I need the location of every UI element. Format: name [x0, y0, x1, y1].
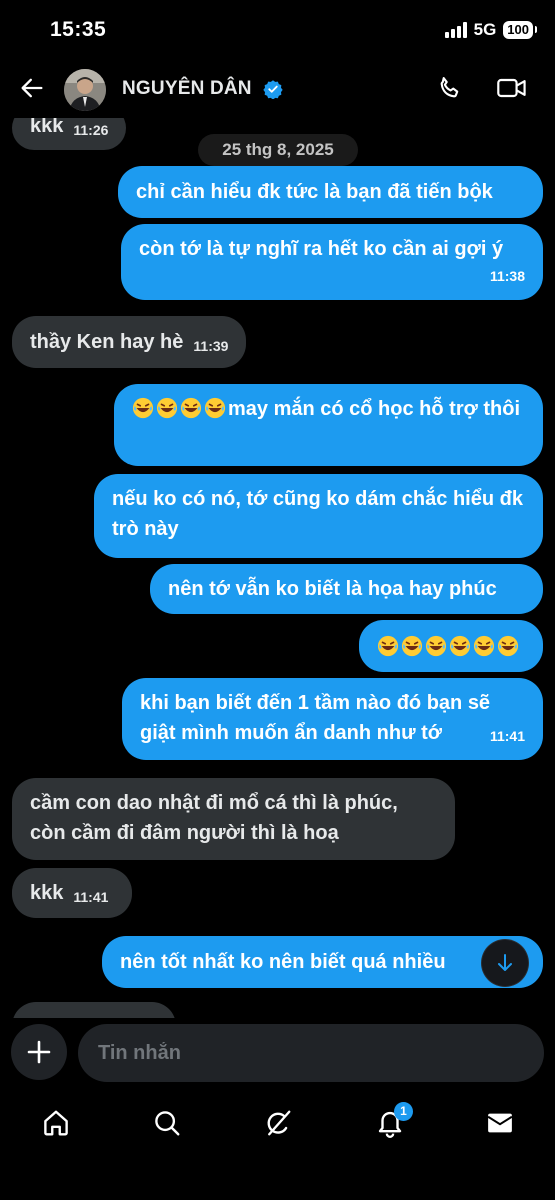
verified-icon [263, 80, 283, 99]
message-text: kkk [30, 118, 64, 137]
message-text: còn tớ là tự nghĩ ra hết ko cần ai gợi ý [139, 238, 504, 260]
status-indicators: 5G 100 [444, 20, 537, 40]
message-incoming[interactable] [12, 1002, 176, 1018]
message-outgoing[interactable]: nên tốt nhất ko nên biết quá nhiều [102, 936, 543, 988]
status-bar: 15:35 5G 100 [0, 0, 555, 60]
message-outgoing[interactable]: nếu ko có nó, tớ cũng ko dám chắc hiểu đ… [94, 474, 543, 558]
avatar[interactable] [64, 69, 106, 111]
laughing-emoji-icon [132, 397, 228, 420]
video-icon[interactable] [496, 74, 528, 102]
message-text: nếu ko có nó, tớ cũng ko dám chắc hiểu đ… [112, 488, 523, 540]
message-outgoing[interactable]: chỉ cần hiểu đk tức là bạn đã tiến bộk [118, 166, 543, 218]
message-time: 11:39 [193, 338, 229, 354]
home-icon[interactable] [41, 1108, 71, 1138]
message-incoming[interactable]: cầm con dao nhật đi mổ cá thì là phúc, c… [12, 778, 455, 860]
message-time: 11:26 [73, 122, 109, 138]
back-arrow-icon[interactable] [18, 74, 46, 102]
message-outgoing[interactable]: nên tớ vẫn ko biết là họa hay phúc [150, 564, 543, 614]
message-time: 11:41 [489, 728, 525, 744]
message-composer [0, 1024, 555, 1084]
message-input[interactable] [78, 1024, 544, 1082]
grok-icon[interactable] [263, 1108, 293, 1138]
network-type: 5G [473, 20, 497, 39]
message-text: may mắn có cổ học hỗ trợ thôi [228, 398, 521, 420]
message-outgoing[interactable]: còn tớ là tự nghĩ ra hết ko cần ai gợi ý… [121, 224, 543, 300]
plus-icon [27, 1040, 51, 1064]
date-separator: 25 thg 8, 2025 [198, 134, 358, 166]
message-text: khi bạn biết đến 1 tầm nào đó bạn sẽ giậ… [140, 692, 491, 744]
message-incoming[interactable]: kkk 11:26 [12, 118, 127, 150]
message-text: nên tớ vẫn ko biết là họa hay phúc [168, 578, 497, 600]
notification-badge: 1 [394, 1102, 413, 1121]
message-outgoing[interactable] [359, 620, 543, 672]
message-list[interactable]: kkk 11:26 25 thg 8, 2025 chỉ cần hiểu đk … [0, 118, 555, 1018]
message-incoming[interactable]: kkk 11:41 [12, 868, 132, 918]
add-attachment-button[interactable] [11, 1024, 67, 1080]
message-text: cầm con dao nhật đi mổ cá thì là phúc, c… [30, 792, 398, 844]
battery-icon: 100 [503, 21, 537, 39]
signal-icon [444, 22, 467, 38]
message-incoming[interactable]: thầy Ken hay hè 11:39 [12, 316, 247, 368]
mail-icon[interactable] [485, 1108, 515, 1138]
message-outgoing[interactable]: may mắn có cổ học hỗ trợ thôi [114, 384, 543, 466]
laughing-emoji-icon [377, 635, 521, 658]
notifications-tab[interactable]: 1 [375, 1102, 413, 1138]
search-icon[interactable] [152, 1108, 182, 1138]
message-text: nên tốt nhất ko nên biết quá nhiều [120, 951, 446, 973]
status-time: 15:35 [50, 18, 107, 41]
message-text: kkk [30, 882, 64, 904]
message-outgoing[interactable]: khi bạn biết đến 1 tầm nào đó bạn sẽ giậ… [122, 678, 543, 760]
arrow-down-icon [498, 954, 512, 971]
message-text: chỉ cần hiểu đk tức là bạn đã tiến bộk [136, 181, 493, 203]
message-time: 11:41 [73, 889, 109, 905]
bottom-navigation: 1 [0, 1100, 555, 1150]
conversation-header: NGUYÊN DÂN [0, 62, 555, 118]
scroll-to-bottom-button[interactable] [482, 940, 528, 986]
phone-icon[interactable] [436, 74, 464, 102]
message-time: 11:38 [489, 268, 525, 284]
contact-name[interactable]: NGUYÊN DÂN [122, 78, 252, 100]
message-text: thầy Ken hay hè [30, 331, 184, 353]
